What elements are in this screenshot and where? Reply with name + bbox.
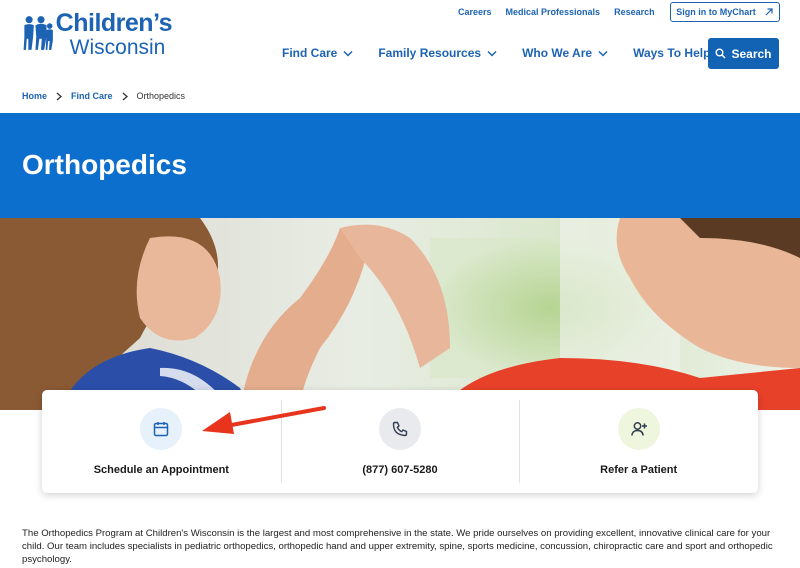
phone-icon: [392, 421, 408, 437]
breadcrumb-home[interactable]: Home: [22, 91, 47, 101]
add-user-icon-circle: [617, 408, 660, 450]
breadcrumb-find-care[interactable]: Find Care: [71, 91, 113, 101]
chevron-down-icon: [487, 50, 497, 57]
main-nav: Find Care Family Resources Who We Are Wa…: [282, 46, 751, 60]
search-button[interactable]: Search: [708, 38, 779, 69]
nav-label: Find Care: [282, 46, 338, 60]
chevron-down-icon: [343, 50, 353, 57]
nav-who-we-are[interactable]: Who We Are: [522, 46, 608, 60]
breadcrumb-current: Orthopedics: [136, 91, 186, 101]
phone-icon-circle: [379, 408, 421, 450]
childrens-wisconsin-logo[interactable]: Children’s Wisconsin: [22, 8, 173, 60]
chevron-down-icon: [598, 50, 608, 57]
mychart-label: Sign in to MyChart: [676, 7, 756, 17]
hero-banner: Orthopedics: [0, 113, 800, 218]
annotation-arrow-icon: [202, 406, 326, 434]
util-link-careers[interactable]: Careers: [458, 7, 492, 17]
calendar-icon: [154, 422, 169, 437]
chevron-right-icon: [56, 92, 63, 100]
nav-label: Who We Are: [522, 46, 593, 60]
action-label: Refer a Patient: [600, 464, 678, 476]
nav-label: Family Resources: [378, 46, 482, 60]
nav-find-care[interactable]: Find Care: [282, 46, 353, 60]
breadcrumb: Home Find Care Orthopedics: [22, 91, 185, 101]
logo-line2: Wisconsin: [69, 35, 166, 59]
add-user-icon: [630, 422, 647, 436]
refer-patient-action[interactable]: Refer a Patient: [519, 390, 758, 493]
action-label: (877) 607-5280: [362, 464, 438, 476]
utility-nav: Careers Medical Professionals Research: [458, 7, 655, 17]
intro-paragraph: The Orthopedics Program at Children's Wi…: [22, 528, 773, 565]
util-link-medical-professionals[interactable]: Medical Professionals: [506, 7, 601, 17]
util-link-research[interactable]: Research: [614, 7, 655, 17]
quick-actions-card: Schedule an Appointment (877) 607-5280 R…: [42, 390, 758, 493]
search-label: Search: [731, 46, 772, 61]
nav-family-resources[interactable]: Family Resources: [378, 46, 497, 60]
action-label: Schedule an Appointment: [93, 464, 229, 476]
nav-label: Ways To Help: [633, 46, 711, 60]
site-header: Children’s Wisconsin Careers Medical Pro…: [0, 0, 800, 80]
mychart-signin-button[interactable]: Sign in to MyChart: [670, 2, 780, 22]
logo-figures-icon: [23, 16, 53, 50]
logo-line1: Children’s: [55, 8, 173, 37]
calendar-icon-circle: [140, 408, 183, 450]
search-icon: [715, 48, 727, 59]
therapist-and-patient-photo: [0, 218, 800, 410]
external-arrow-icon: [765, 8, 773, 16]
hero-photo: [0, 218, 800, 410]
page-title: Orthopedics: [22, 149, 187, 180]
logo-text: Children’s Wisconsin: [55, 8, 173, 59]
chevron-right-icon: [122, 92, 128, 100]
